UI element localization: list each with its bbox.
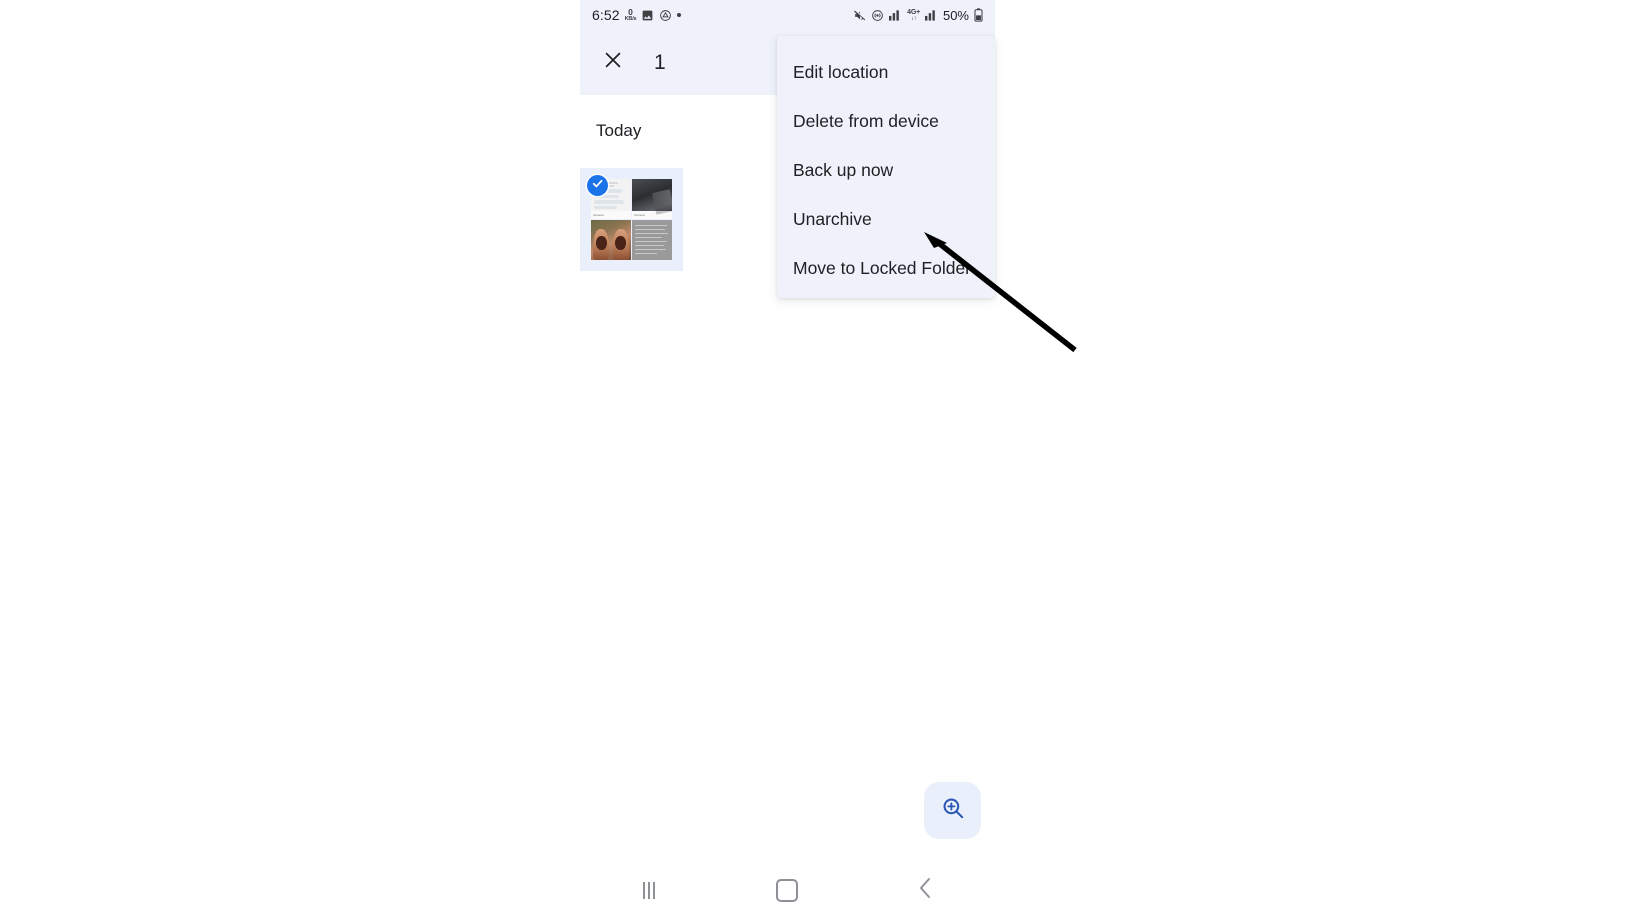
screenshot-icon	[641, 9, 654, 22]
data-rate-unit: KB/s	[624, 15, 637, 22]
cloud-drive-icon	[659, 9, 672, 22]
data-rate-indicator: 0 KB/s	[625, 8, 637, 22]
mute-icon	[853, 9, 866, 22]
close-selection-button[interactable]	[596, 46, 630, 80]
nav-back-button[interactable]	[898, 867, 954, 913]
collage-tile-2-caption: Camera	[632, 211, 672, 219]
selection-check-badge[interactable]	[587, 175, 608, 196]
signal-bars-2-icon	[924, 9, 938, 21]
zoom-in-icon	[940, 795, 966, 826]
status-bar-left: 6:52 0 KB/s	[592, 7, 682, 23]
collage-tile-2: Camera	[632, 179, 672, 219]
overflow-menu: Edit location Delete from device Back up…	[777, 36, 995, 298]
battery-percent-label: 50%	[942, 7, 969, 23]
menu-item-edit-location[interactable]: Edit location	[777, 48, 995, 97]
recents-icon	[643, 881, 656, 899]
network-type-indicator: 4G+ ↓↑	[907, 9, 920, 22]
status-bar-right: 4G+ ↓↑ 50%	[853, 8, 983, 23]
menu-item-unarchive[interactable]: Unarchive	[777, 195, 995, 244]
selection-count-label: 1	[654, 50, 666, 74]
collage-tile-3	[591, 220, 631, 260]
signal-bars-icon	[889, 9, 902, 21]
battery-icon	[974, 8, 983, 22]
nav-home-button[interactable]	[759, 867, 815, 913]
close-icon	[602, 49, 624, 76]
check-icon	[591, 177, 604, 195]
network-type-label: 4G+	[907, 8, 920, 16]
section-header-today: Today	[596, 121, 642, 140]
dot-indicator-icon	[677, 13, 682, 17]
back-icon	[917, 877, 934, 904]
zoom-in-button[interactable]	[924, 782, 981, 839]
status-bar-clock: 6:52	[592, 7, 620, 23]
status-bar: 6:52 0 KB/s 4G+ ↓↑ 50%	[580, 0, 995, 30]
menu-item-back-up-now[interactable]: Back up now	[777, 146, 995, 195]
menu-item-move-to-locked-folder[interactable]: Move to Locked Folder	[777, 244, 995, 293]
home-icon	[776, 878, 799, 902]
photo-thumbnail-cell[interactable]: Camera Camera	[580, 168, 683, 271]
hotspot-icon	[871, 9, 884, 22]
android-nav-bar	[580, 856, 995, 924]
collage-tile-1-caption: Camera	[591, 211, 631, 219]
menu-item-delete-from-device[interactable]: Delete from device	[777, 97, 995, 146]
collage-tile-4	[632, 220, 672, 260]
network-arrows-icon: ↓↑	[911, 15, 917, 22]
nav-recents-button[interactable]	[621, 867, 677, 913]
